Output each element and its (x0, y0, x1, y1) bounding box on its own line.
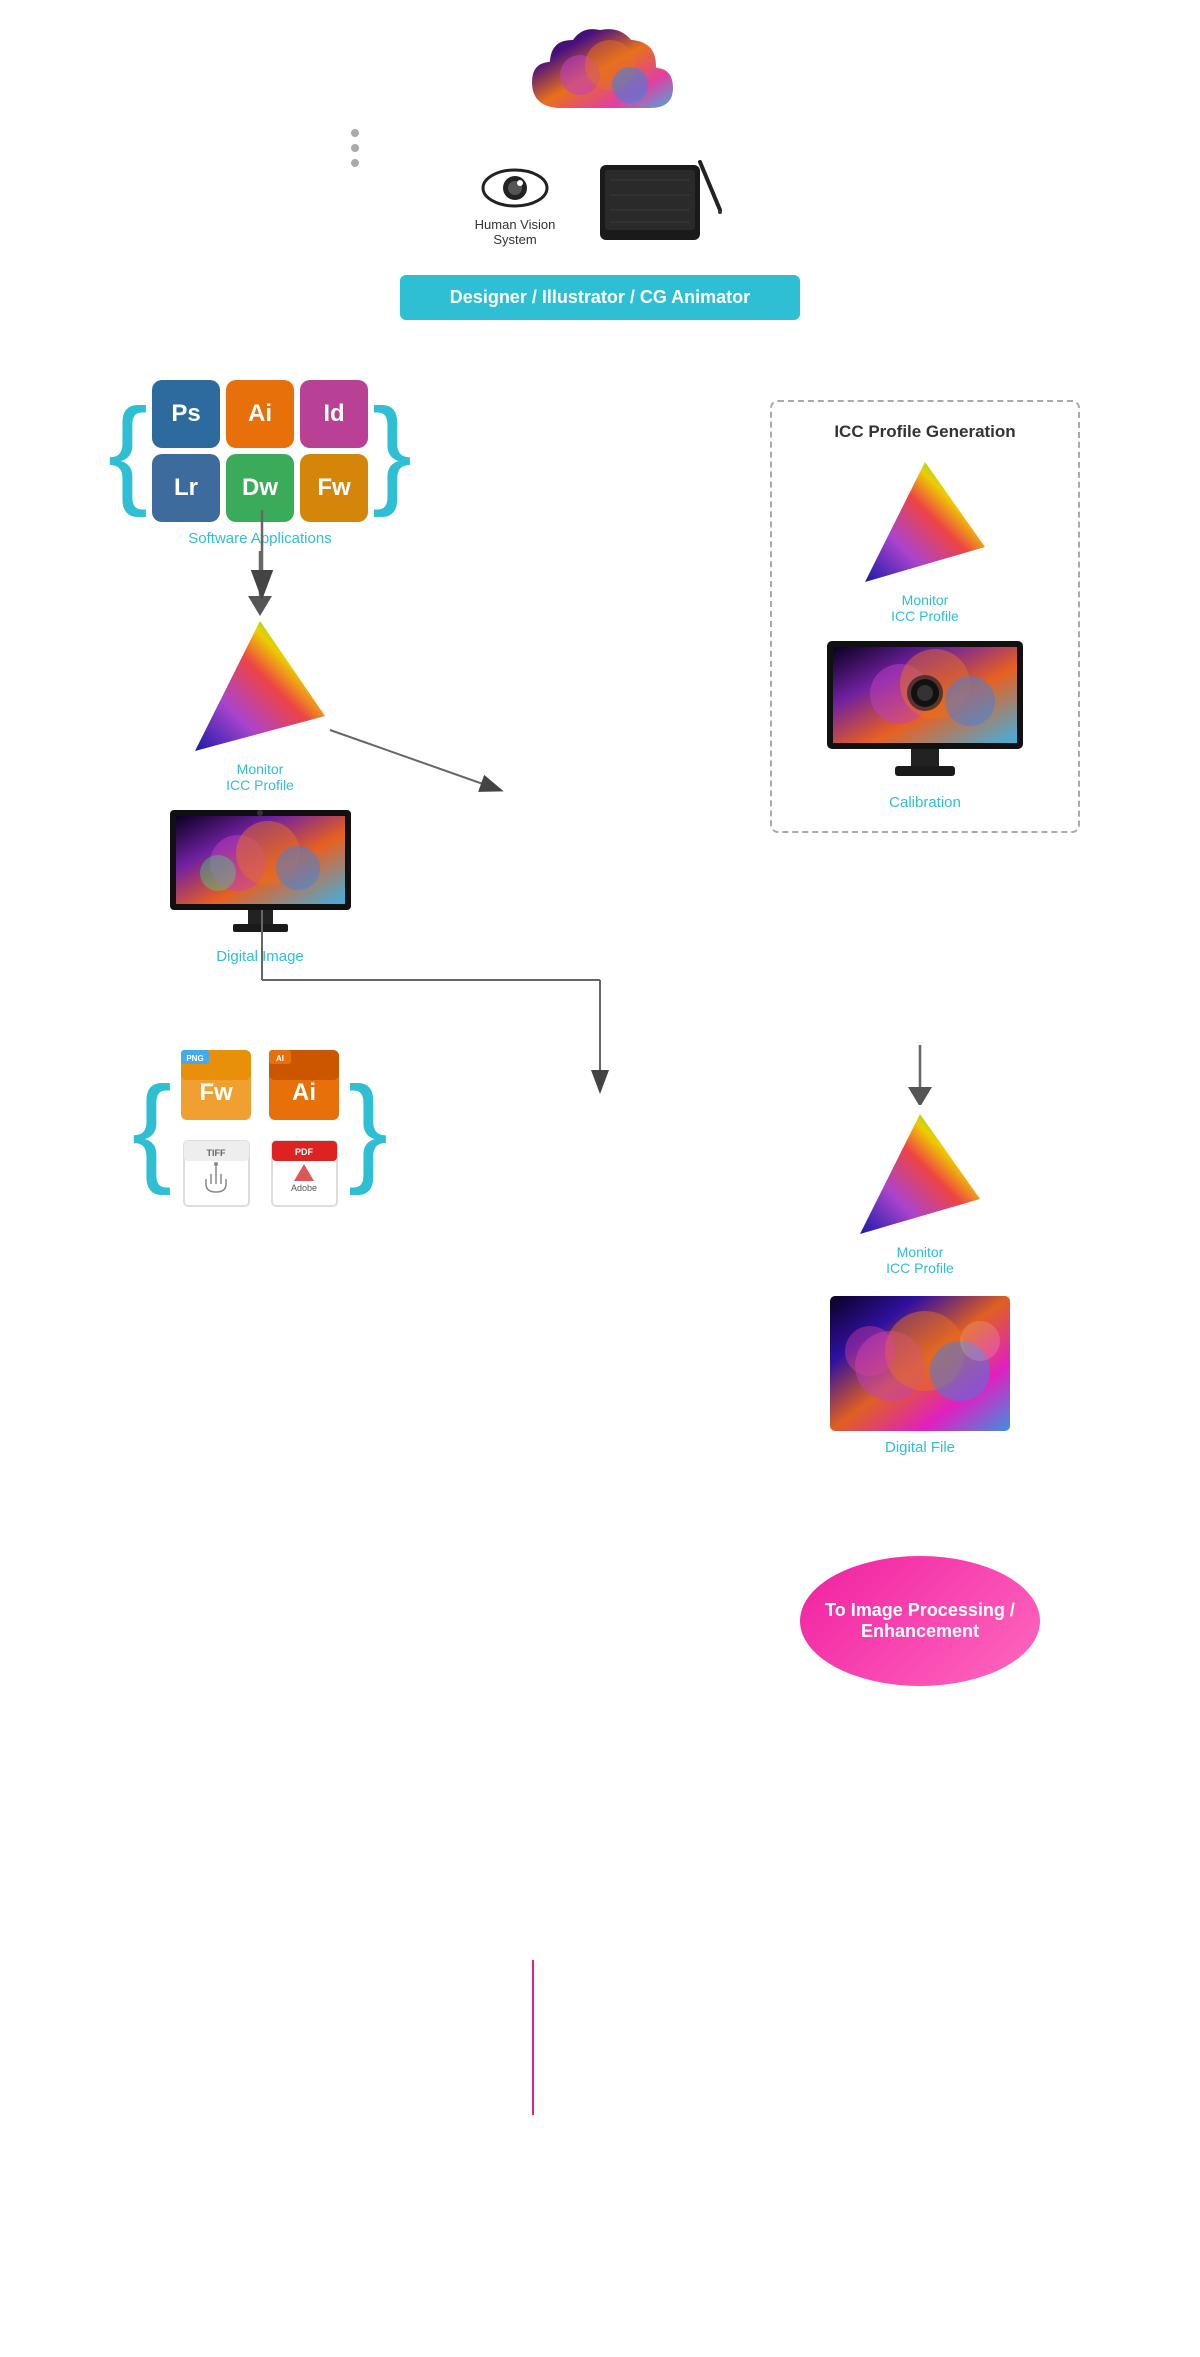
app-dw: Dw (226, 454, 294, 522)
digital-file-svg (830, 1296, 1010, 1431)
files-left-col: { Fw PNG (120, 1045, 400, 1213)
arrow-down-right (908, 1045, 932, 1105)
software-icc-row: { Ps Ai Id Lr Dw Fw } Software Applicati… (0, 380, 1200, 965)
tiff-file-svg: TIFF (179, 1136, 254, 1211)
gamut-left (190, 616, 330, 761)
monitor-svg-icc (825, 639, 1025, 784)
app-grid: Ps Ai Id Lr Dw Fw (152, 380, 368, 522)
svg-text:PNG: PNG (186, 1054, 203, 1063)
vision-row: Human Vision System (475, 160, 726, 250)
designer-bar: Designer / Illustrator / CG Animator (400, 275, 800, 320)
icc-box: ICC Profile Generation Monitor ICC Profi… (770, 400, 1080, 833)
digital-file-container (830, 1296, 1010, 1431)
software-label: Software Applications (188, 530, 331, 547)
file-ai: Ai AI (264, 1045, 344, 1125)
right-brace: } (372, 391, 412, 511)
monitor-left (168, 808, 353, 943)
calibration-label: Calibration (889, 794, 961, 811)
app-fw: Fw (300, 454, 368, 522)
left-software-col: { Ps Ai Id Lr Dw Fw } Software Applicati… (120, 380, 400, 965)
brace-container: { Ps Ai Id Lr Dw Fw } (108, 380, 412, 522)
svg-text:Adobe: Adobe (290, 1183, 316, 1193)
tablet-icon (595, 160, 725, 250)
monitor-icc-label-left: Monitor ICC Profile (226, 761, 294, 793)
monitor-svg-left (168, 808, 353, 938)
bottom-section: { Fw PNG (0, 1045, 1200, 1686)
cta-label: To Image Processing / Enhancement (820, 1600, 1020, 1642)
file-left-brace: { (132, 1069, 172, 1189)
eye-icon (480, 163, 550, 213)
cloud-svg (520, 20, 680, 150)
svg-text:PDF: PDF (295, 1147, 314, 1157)
app-id: Id (300, 380, 368, 448)
monitor-icc-label-bottom: Monitor ICC Profile (886, 1244, 954, 1276)
pdf-file-svg: PDF Adobe (267, 1136, 342, 1211)
ai-file-svg: Ai AI (264, 1045, 344, 1125)
gamut-icc (860, 457, 990, 587)
top-section: Human Vision System Designer / Illustrat… (0, 0, 1200, 320)
file-fw: Fw PNG (176, 1045, 256, 1125)
left-brace: { (108, 391, 148, 511)
arrow-down-1 (248, 551, 272, 616)
file-right-brace: } (348, 1069, 388, 1189)
monitor-icc-label-icc-box: Monitor ICC Profile (891, 592, 959, 624)
file-pdf: PDF Adobe (264, 1133, 344, 1213)
app-ai: Ai (226, 380, 294, 448)
gamut-right-bottom (855, 1109, 985, 1239)
svg-text:AI: AI (276, 1054, 284, 1063)
app-ps: Ps (152, 380, 220, 448)
app-lr: Lr (152, 454, 220, 522)
monitor-icc-box (825, 639, 1025, 789)
cloud-image (520, 20, 680, 150)
page-container: Human Vision System Designer / Illustrat… (0, 0, 1200, 1786)
file-brace-container: { Fw PNG (132, 1045, 388, 1213)
eye-section: Human Vision System (475, 163, 556, 247)
icc-box-title: ICC Profile Generation (834, 422, 1015, 442)
fw-file-svg: Fw PNG (176, 1045, 256, 1125)
right-bottom-col: Monitor ICC Profile (760, 1045, 1080, 1686)
human-vision-label: Human Vision System (475, 217, 556, 247)
file-grid: Fw PNG Ai (176, 1045, 344, 1213)
svg-text:TIFF: TIFF (206, 1148, 225, 1158)
digital-image-label: Digital Image (216, 948, 304, 965)
digital-file-label: Digital File (885, 1439, 955, 1456)
svg-text:Fw: Fw (199, 1079, 233, 1106)
cta-oval: To Image Processing / Enhancement (800, 1556, 1040, 1686)
file-tiff: TIFF (176, 1133, 256, 1213)
svg-text:Ai: Ai (292, 1079, 316, 1106)
